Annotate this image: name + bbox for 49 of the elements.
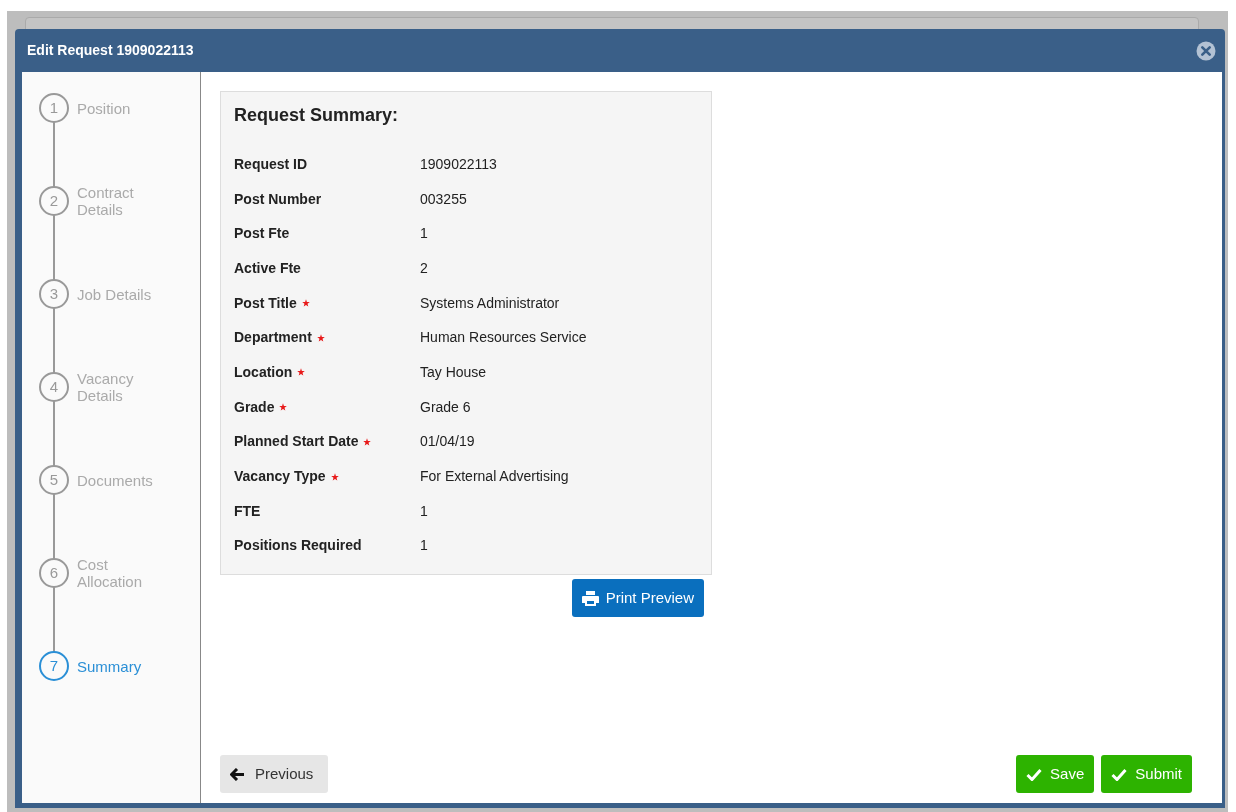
field-value: 1 (420, 224, 428, 244)
field-value: 2 (420, 258, 428, 278)
field-value: 1 (420, 501, 428, 521)
field-value: Grade 6 (420, 397, 471, 417)
step-label[interactable]: Contract Details (77, 184, 167, 218)
step-label[interactable]: Documents (77, 471, 167, 489)
step-label[interactable]: Cost Allocation (77, 556, 167, 590)
field-label: Location (234, 362, 293, 382)
field-value: Systems Administrator (420, 293, 560, 313)
previous-button[interactable]: Previous (220, 755, 329, 793)
field-value: 1 (420, 536, 428, 556)
check-icon (1111, 767, 1128, 781)
step-number[interactable]: 1 (39, 93, 69, 123)
print-preview-button[interactable]: Print Preview (571, 579, 704, 617)
field-label: Positions Required (234, 536, 362, 556)
step-number[interactable]: 2 (39, 186, 69, 216)
step-label[interactable]: Position (77, 99, 167, 117)
field-value: For External Advertising (420, 467, 569, 487)
field-label: Vacancy Type (234, 467, 326, 487)
check-icon (1026, 767, 1043, 781)
field-label: Department (234, 328, 312, 348)
field-value: Human Resources Service (420, 328, 587, 348)
field-label: Planned Start Date (234, 432, 359, 452)
field-value: Tay House (420, 362, 487, 382)
field-label: Post Number (234, 189, 322, 209)
step-number[interactable]: 7 (39, 651, 69, 681)
field-label: Post Fte (234, 224, 290, 244)
step-number[interactable]: 6 (39, 558, 69, 588)
step-number[interactable]: 5 (39, 465, 69, 495)
summary-title: Request Summary: (234, 104, 400, 127)
close-icon[interactable] (1196, 40, 1216, 61)
step-label[interactable]: Summary (77, 657, 167, 675)
field-value: 003255 (420, 189, 467, 209)
step-number[interactable]: 4 (39, 372, 69, 402)
save-button[interactable]: Save (1016, 755, 1095, 793)
field-label: Request ID (234, 154, 308, 174)
submit-button[interactable]: Submit (1101, 755, 1192, 793)
field-value: 01/04/19 (420, 432, 475, 452)
field-label: Active Fte (234, 258, 301, 278)
field-label: FTE (234, 501, 261, 521)
dialog-title: Edit Request 1909022113 (27, 41, 194, 60)
step-label[interactable]: Job Details (77, 285, 167, 303)
field-label: Post Title (234, 293, 297, 313)
step-number[interactable]: 3 (39, 279, 69, 309)
field-value: 1909022113 (420, 154, 497, 174)
arrow-left-icon (230, 767, 245, 781)
field-label: Grade (234, 397, 275, 417)
printer-icon (581, 590, 599, 606)
step-label[interactable]: Vacancy Details (77, 370, 167, 404)
